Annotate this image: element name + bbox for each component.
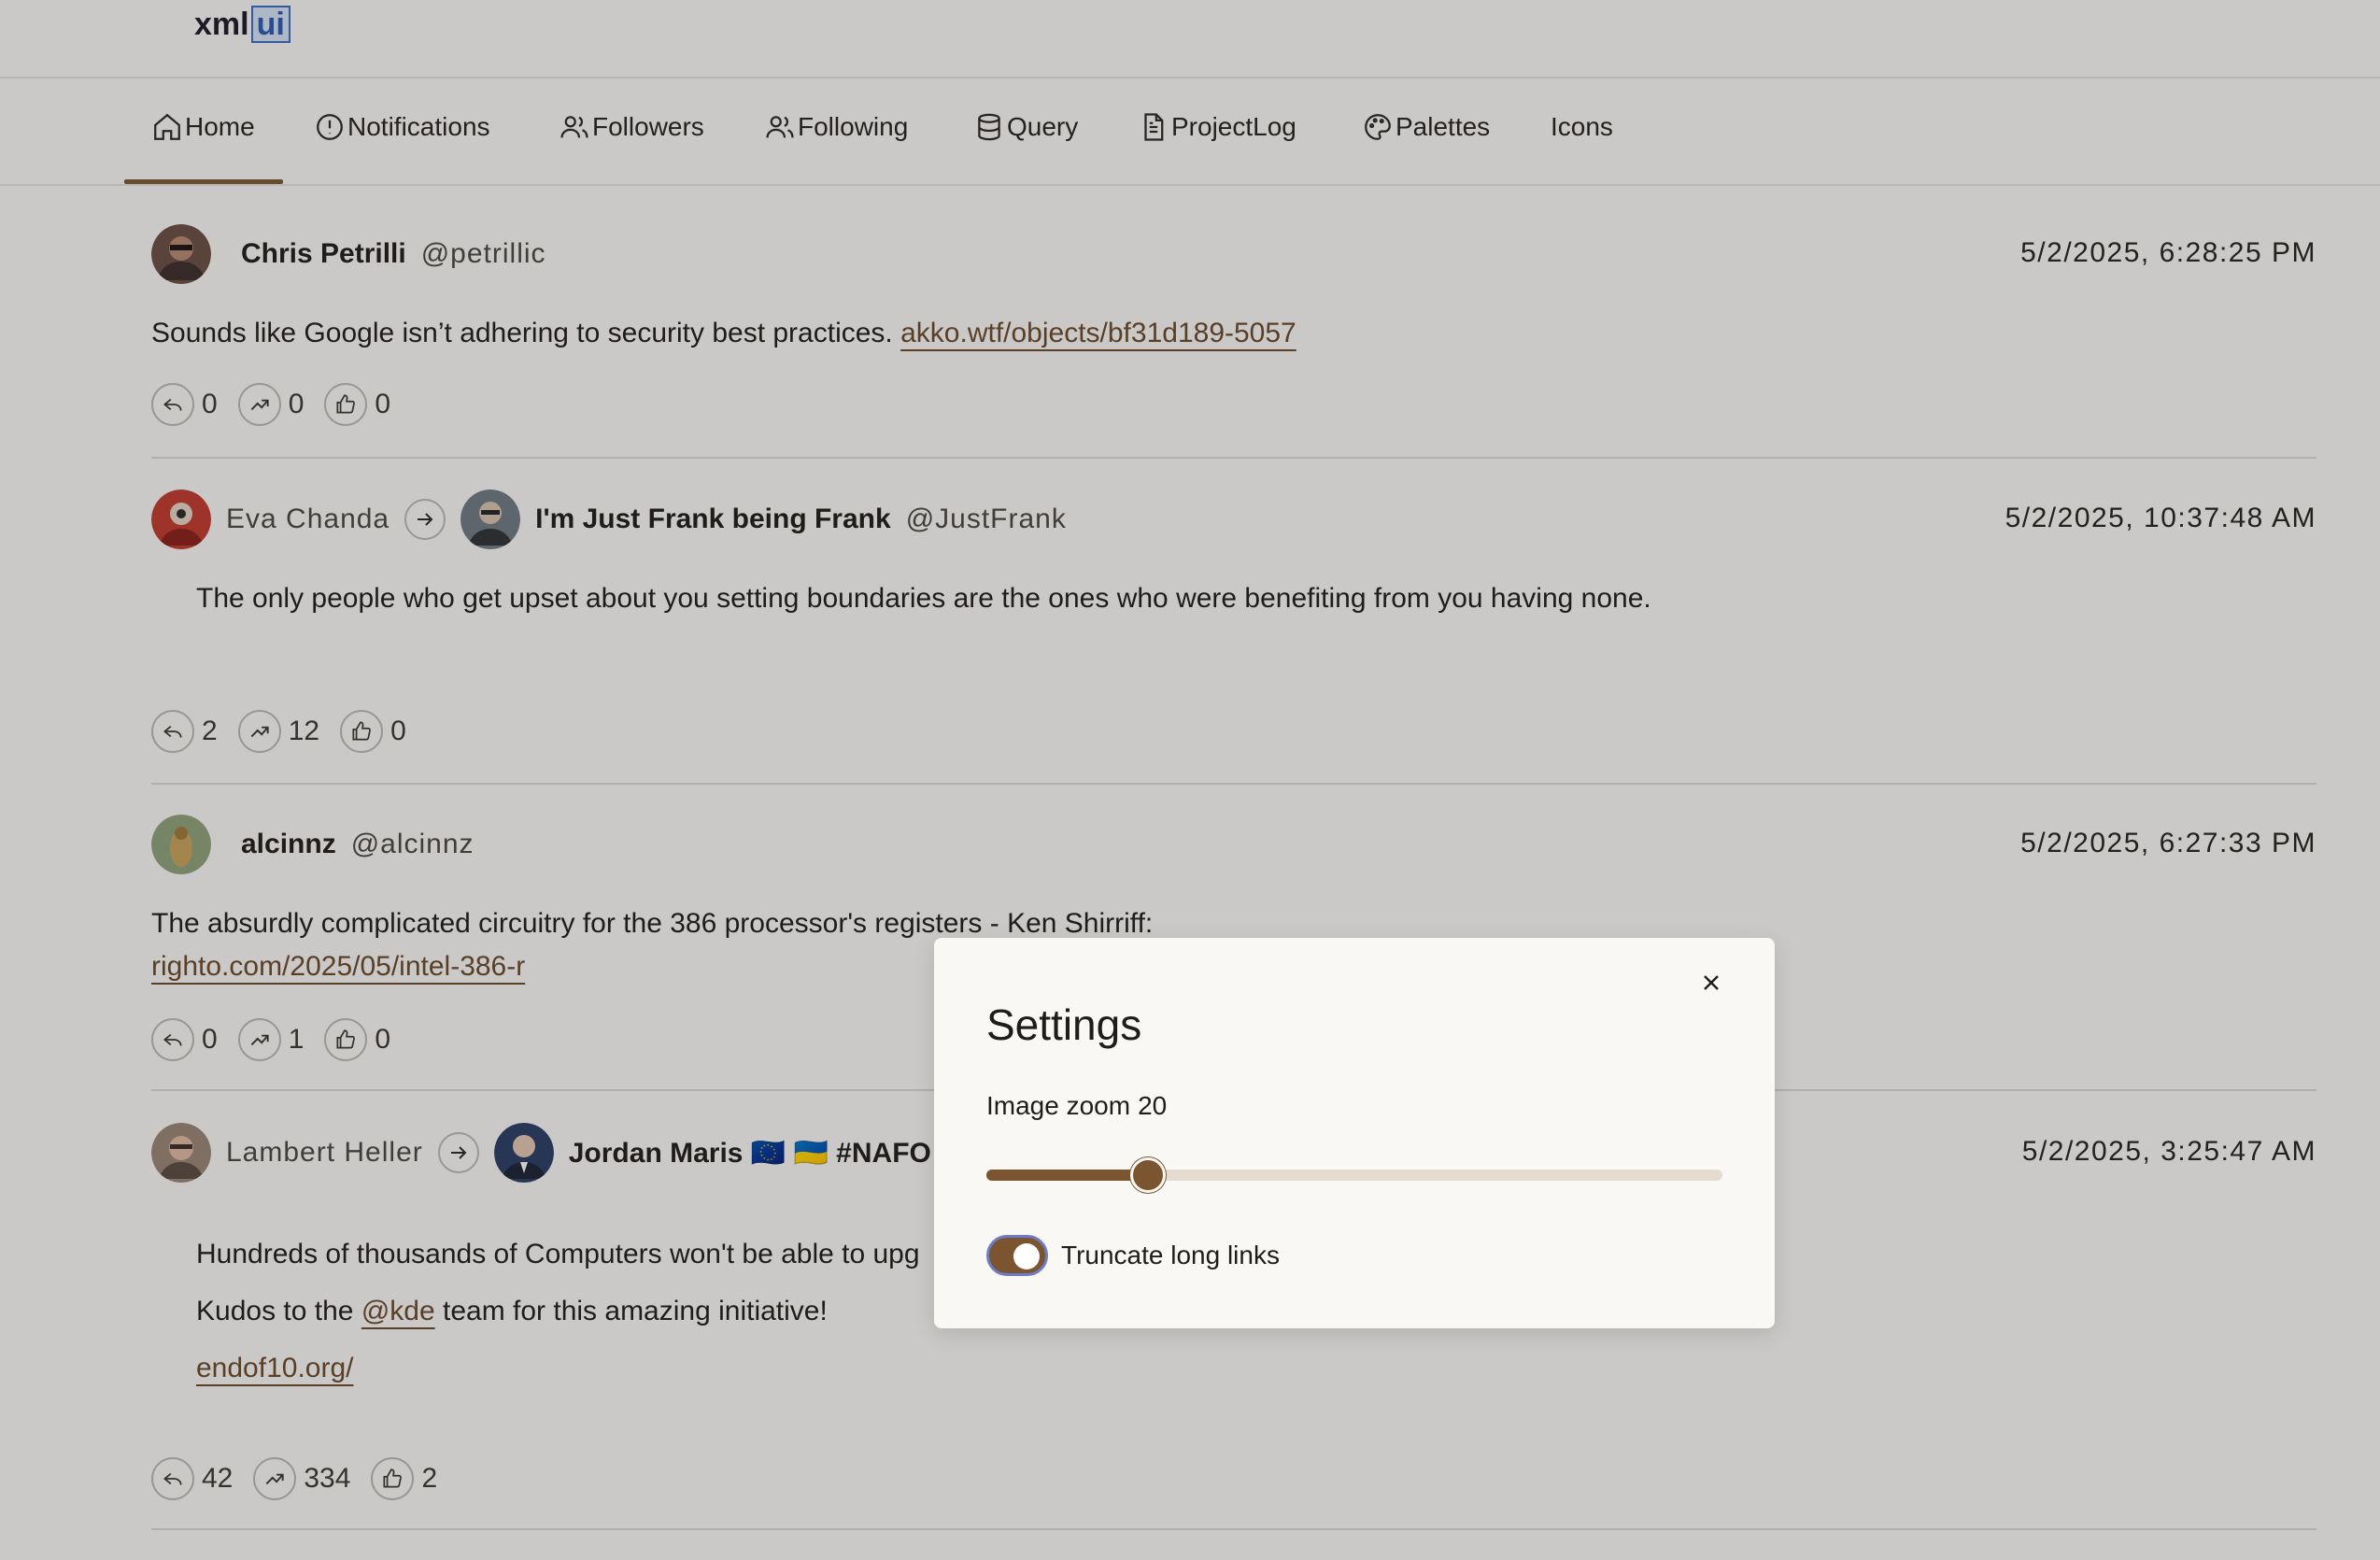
close-icon [1704,975,1719,990]
close-button[interactable] [1694,966,1728,1000]
image-zoom-slider[interactable] [986,1156,1722,1193]
slider-fill [986,1170,1149,1181]
image-zoom-label: Image zoom 20 [986,1091,1167,1121]
truncate-links-label: Truncate long links [1061,1241,1280,1269]
image-zoom-value: 20 [1138,1091,1168,1120]
toggle-knob [1013,1243,1040,1269]
slider-thumb[interactable] [1130,1157,1167,1193]
image-zoom-label-text: Image zoom [986,1091,1131,1120]
settings-dialog: Settings Image zoom 20 Truncate long lin… [934,938,1775,1328]
truncate-links-row: Truncate long links [986,1235,1280,1276]
dialog-title: Settings [986,1000,1142,1049]
truncate-links-toggle[interactable] [986,1235,1048,1276]
